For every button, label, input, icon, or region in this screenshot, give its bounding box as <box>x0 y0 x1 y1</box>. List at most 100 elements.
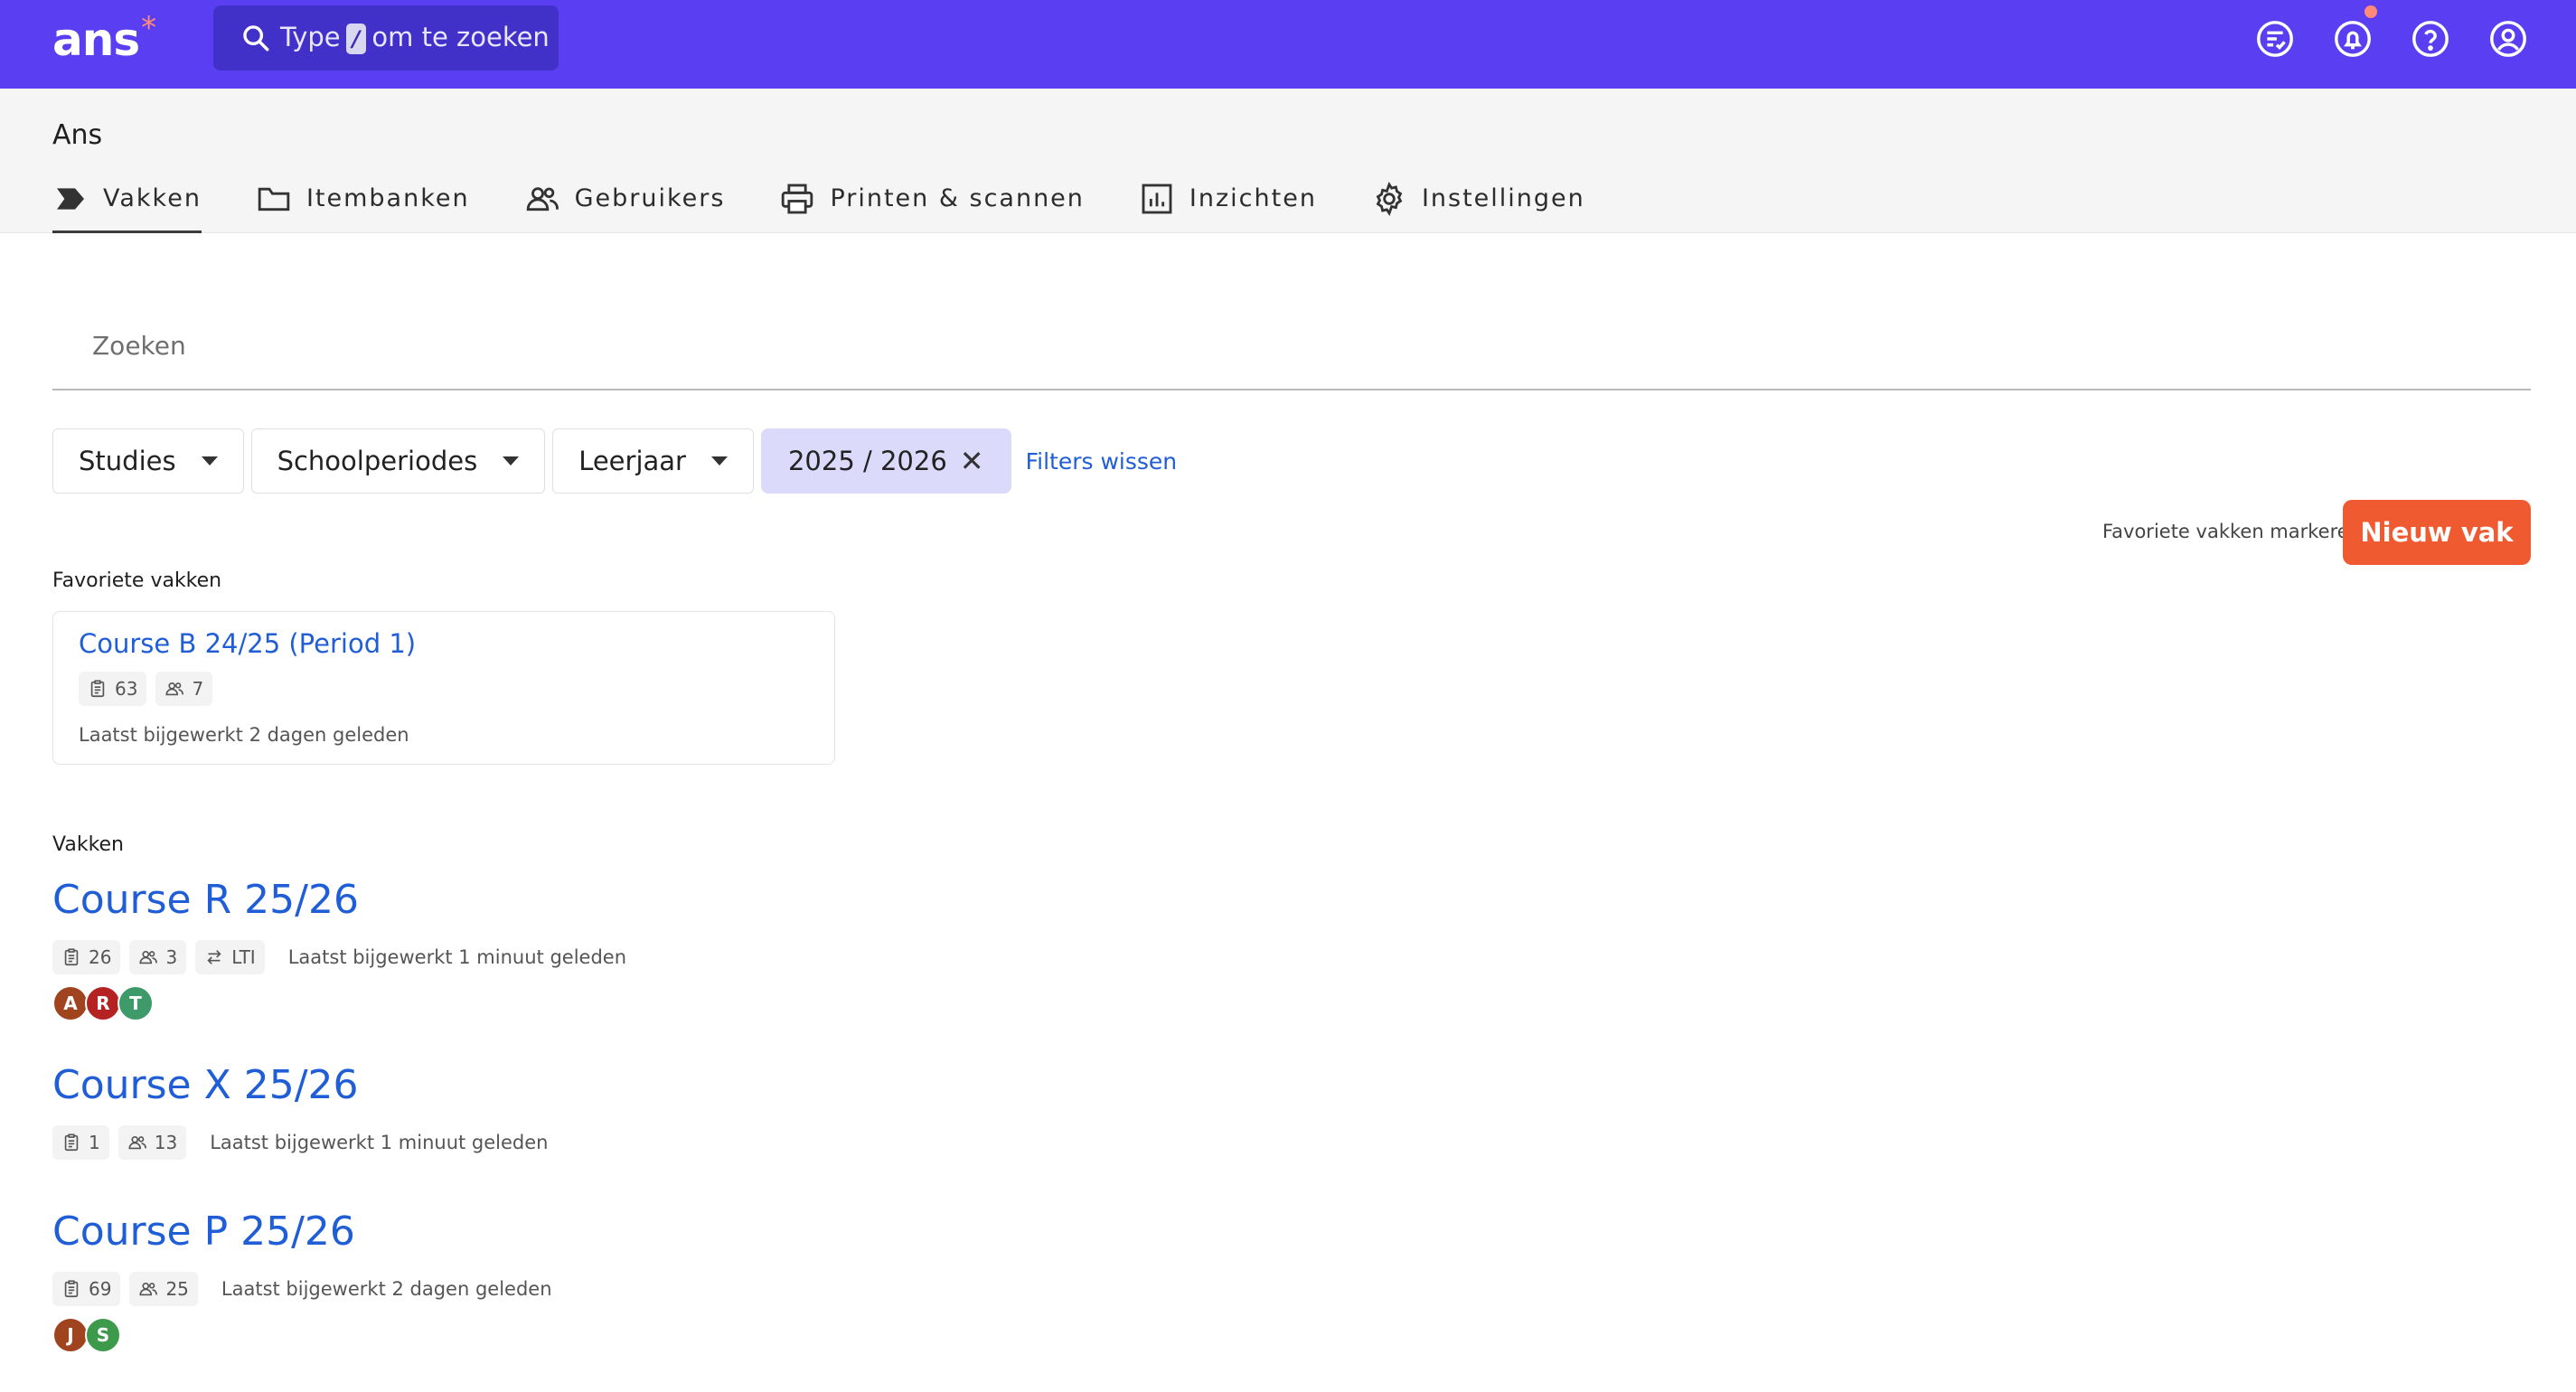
course-meta: 1 13 Laatst bijgewerkt 1 minuut geleden <box>52 1125 549 1160</box>
course-title-link[interactable]: Course R 25/26 <box>52 877 626 924</box>
notification-dot <box>2364 5 2377 18</box>
items-count: 63 <box>79 672 147 706</box>
tab-instellingen[interactable]: Instellingen <box>1371 172 1585 233</box>
users-count-value: 3 <box>165 946 178 968</box>
course-search <box>52 313 2531 390</box>
global-search-hint: Type / om te zoeken <box>280 22 550 54</box>
clipboard-icon <box>64 1280 79 1298</box>
notifications-icon[interactable] <box>2332 5 2377 60</box>
search-hint-prefix: Type <box>280 22 341 52</box>
tab-inzichten[interactable]: Inzichten <box>1139 172 1317 233</box>
studies-filter-label: Studies <box>79 446 176 476</box>
course-chevron-icon <box>57 188 84 210</box>
avatar[interactable]: R <box>85 985 121 1021</box>
course-meta: 26 3 LTI Laatst bijgewerkt 1 minuut gele… <box>52 940 626 974</box>
year-level-filter[interactable]: Leerjaar <box>552 428 754 494</box>
course-title-link[interactable]: Course X 25/26 <box>52 1062 549 1109</box>
tab-label: Inzichten <box>1189 184 1317 212</box>
top-bar: ans * Type / om te zoeken <box>0 0 2576 89</box>
active-year-filter-chip: 2025 / 2026 ✕ <box>760 428 1011 494</box>
caret-down-icon <box>503 456 520 466</box>
sync-arrows-icon <box>207 950 221 964</box>
folder-icon <box>258 187 290 212</box>
active-year-filter-label: 2025 / 2026 <box>787 446 947 476</box>
printer-icon <box>782 183 813 214</box>
avatar[interactable]: J <box>52 1317 89 1353</box>
chart-icon <box>1142 183 1172 214</box>
users-count-value: 7 <box>192 678 204 700</box>
favorite-course-card[interactable]: Course B 24/25 (Period 1) 63 7 Laatst bi… <box>52 611 835 765</box>
users-count: 25 <box>129 1272 198 1306</box>
clear-filters-link[interactable]: Filters wissen <box>1026 448 1178 475</box>
gear-icon <box>1376 182 1403 216</box>
items-count: 1 <box>52 1125 109 1160</box>
course-title-link[interactable]: Course P 25/26 <box>52 1209 552 1256</box>
tab-label: Itembanken <box>306 184 470 212</box>
users-count: 13 <box>118 1125 187 1160</box>
users-icon <box>139 1282 158 1296</box>
users-icon <box>526 187 559 212</box>
tab-gebruikers[interactable]: Gebruikers <box>524 172 726 233</box>
course-list-item: Course P 25/26 69 25 Laatst bijgewerkt 2… <box>52 1209 552 1353</box>
favorites-heading: Favoriete vakken <box>52 569 222 592</box>
avatar[interactable]: S <box>85 1317 121 1353</box>
lti-label: LTI <box>231 946 256 968</box>
users-icon <box>139 950 158 964</box>
new-course-button[interactable]: Nieuw vak <box>2343 500 2531 565</box>
items-count: 69 <box>52 1272 121 1306</box>
search-input[interactable] <box>52 313 2531 378</box>
users-count-value: 25 <box>165 1278 189 1300</box>
close-icon[interactable]: ✕ <box>960 444 984 478</box>
users-icon <box>128 1135 146 1150</box>
avatar[interactable]: A <box>52 985 89 1021</box>
main-tabs: Vakken Itembanken Gebruikers Printen & s… <box>52 172 1640 233</box>
last-updated-text: Laatst bijgewerkt 1 minuut geleden <box>210 1132 549 1153</box>
school-periods-filter[interactable]: Schoolperiodes <box>250 428 546 494</box>
tab-label: Gebruikers <box>574 184 726 212</box>
studies-filter[interactable]: Studies <box>52 428 244 494</box>
course-meta: 69 25 Laatst bijgewerkt 2 dagen geleden <box>52 1272 552 1306</box>
avatar[interactable]: T <box>118 985 154 1021</box>
lti-badge: LTI <box>195 940 265 974</box>
global-search-button[interactable]: Type / om te zoeken <box>213 5 559 71</box>
favorite-course-title[interactable]: Course B 24/25 (Period 1) <box>79 628 416 659</box>
tasks-icon[interactable] <box>2254 18 2296 60</box>
tab-vakken[interactable]: Vakken <box>52 172 202 233</box>
courses-heading: Vakken <box>52 833 124 856</box>
help-icon[interactable] <box>2410 18 2451 60</box>
caret-down-icon <box>201 456 218 466</box>
avatar-group: J S <box>52 1317 552 1353</box>
top-bar-actions <box>2254 5 2529 60</box>
page-title: Ans <box>52 119 103 151</box>
search-icon <box>243 25 269 52</box>
section-header: Ans Vakken Itembanken Gebruikers Printen… <box>0 89 2576 233</box>
avatar-group: A R T <box>52 985 626 1021</box>
caret-down-icon <box>710 456 728 466</box>
last-updated-text: Laatst bijgewerkt 2 dagen geleden <box>79 724 409 746</box>
last-updated-text: Laatst bijgewerkt 2 dagen geleden <box>221 1278 552 1300</box>
clipboard-icon <box>64 1133 79 1152</box>
search-hint-suffix: om te zoeken <box>371 22 550 52</box>
tab-label: Printen & scannen <box>830 184 1085 212</box>
account-icon[interactable] <box>2487 18 2529 60</box>
items-count-value: 1 <box>89 1132 100 1153</box>
year-level-filter-label: Leerjaar <box>578 446 686 476</box>
clipboard-icon <box>90 680 105 698</box>
clipboard-icon <box>64 948 79 966</box>
items-count-value: 63 <box>115 678 138 700</box>
search-shortcut-key: / <box>345 24 367 54</box>
logo-mark: * <box>141 10 157 46</box>
users-icon <box>165 682 184 696</box>
users-count-value: 13 <box>154 1132 178 1153</box>
tab-label: Instellingen <box>1421 184 1585 212</box>
tab-printen-scannen[interactable]: Printen & scannen <box>779 172 1084 233</box>
tab-label: Vakken <box>103 184 202 212</box>
course-list-item: Course R 25/26 26 3 LTI Laatst bijgewerk… <box>52 877 626 1021</box>
users-count: 3 <box>129 940 187 974</box>
items-count-value: 26 <box>89 946 112 968</box>
ans-logo[interactable]: ans * <box>52 13 156 67</box>
tab-itembanken[interactable]: Itembanken <box>256 172 470 233</box>
course-list-item: Course X 25/26 1 13 Laatst bijgewerkt 1 … <box>52 1062 549 1160</box>
mark-favorites-link[interactable]: Favoriete vakken markeren <box>2102 521 2361 542</box>
course-meta: 63 7 <box>79 672 213 706</box>
